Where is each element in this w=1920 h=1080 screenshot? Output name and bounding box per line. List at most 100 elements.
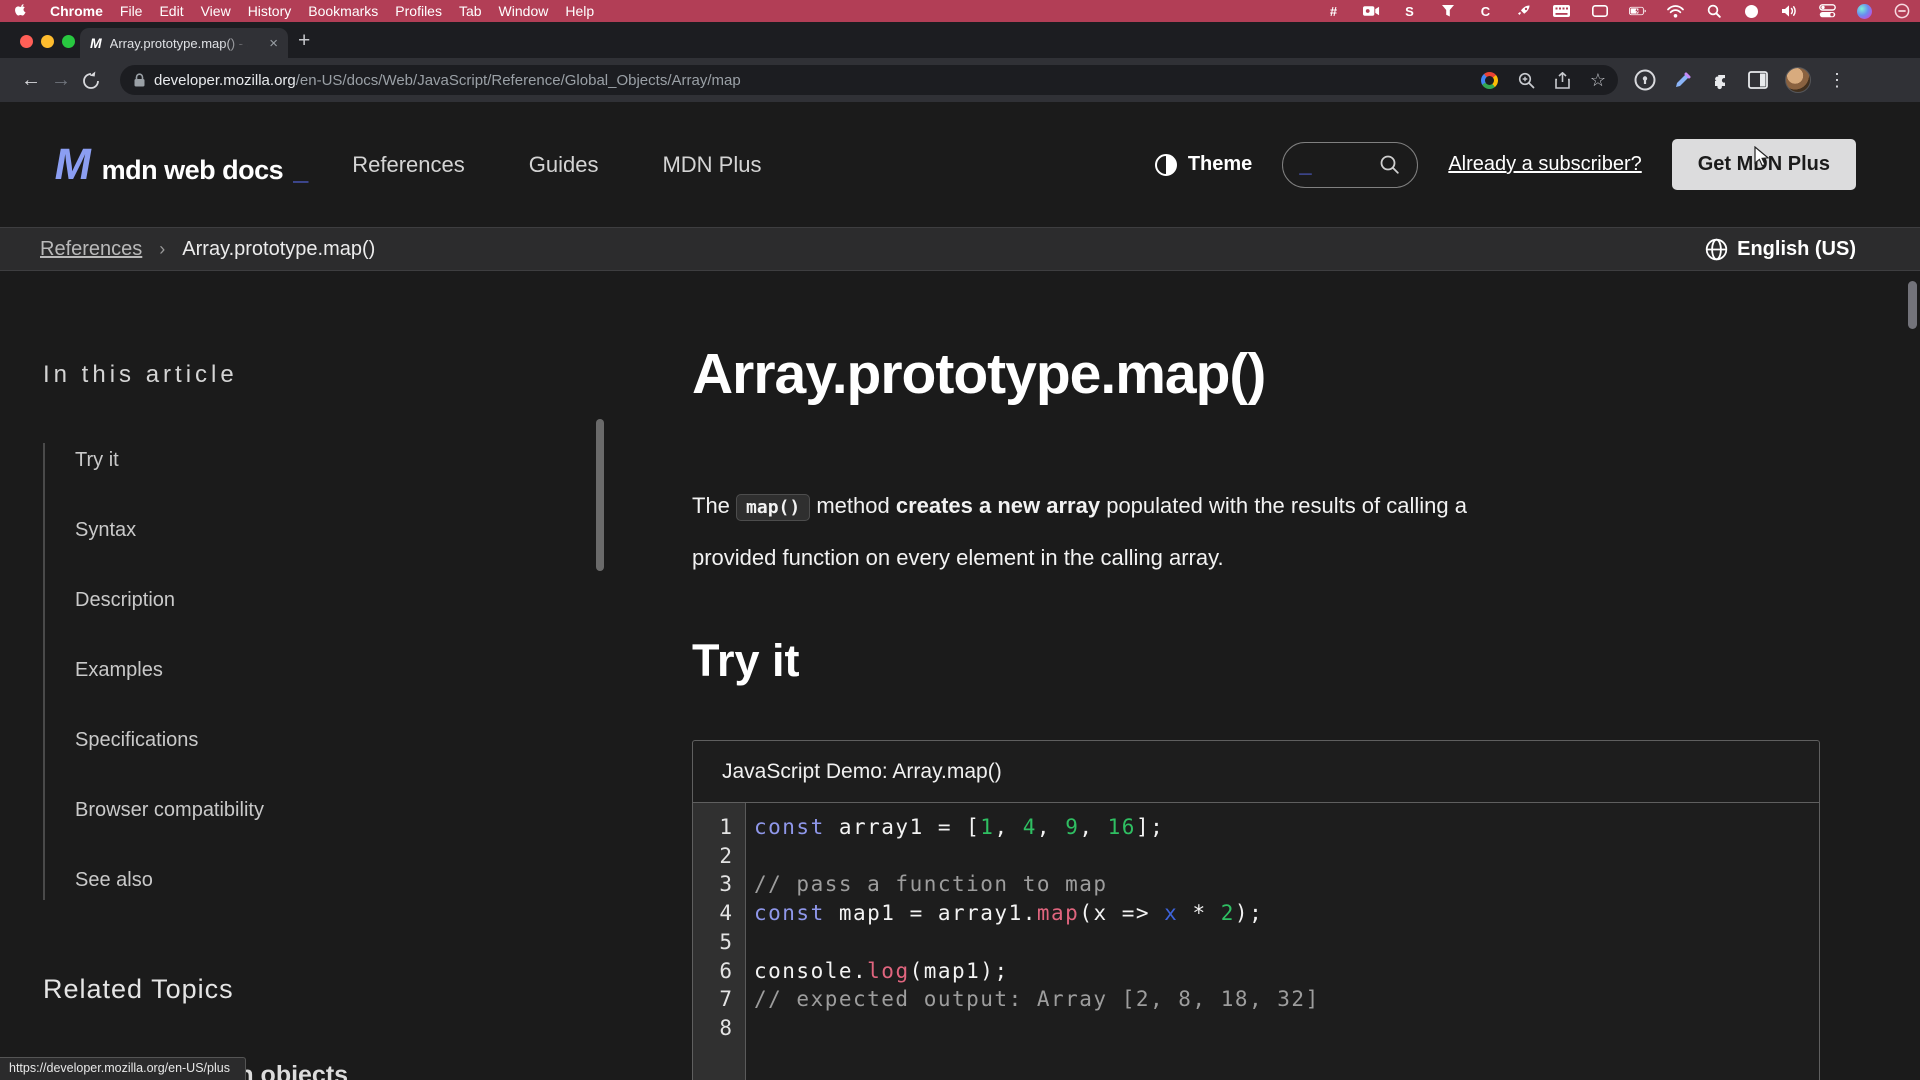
focus-icon[interactable] — [1743, 3, 1760, 20]
extensions-puzzle-icon[interactable] — [1710, 70, 1731, 91]
toc-item: Syntax — [75, 519, 600, 542]
toc-link[interactable]: Try it — [75, 449, 119, 471]
toc-heading: In this article — [43, 361, 600, 389]
code-token: x — [1164, 901, 1178, 925]
menu-status-icons: # S C — [1325, 3, 1920, 20]
menu-bookmarks[interactable]: Bookmarks — [308, 3, 378, 19]
page-title: Array.prototype.map() — [692, 339, 1907, 409]
siri-icon[interactable] — [1857, 4, 1872, 19]
menu-file[interactable]: File — [120, 3, 143, 19]
code-lines[interactable]: const array1 = [1, 4, 9, 16]; // pass a … — [746, 803, 1819, 1080]
address-bar[interactable]: developer.mozilla.org/en-US/docs/Web/Jav… — [120, 65, 1618, 95]
language-switcher[interactable]: English (US) — [1705, 238, 1856, 261]
profile-avatar[interactable] — [1785, 67, 1811, 93]
rocket-icon[interactable] — [1515, 3, 1532, 20]
breadcrumb-references[interactable]: References — [40, 238, 142, 261]
chrome-menu-icon[interactable]: ⋮ — [1828, 70, 1846, 91]
nav-mdn-plus[interactable]: MDN Plus — [662, 152, 761, 178]
toc-link[interactable]: Syntax — [75, 519, 136, 541]
password-manager-icon[interactable] — [1634, 69, 1656, 91]
site-search-input[interactable]: _ — [1282, 142, 1418, 188]
line-number: 7 — [693, 985, 732, 1014]
menu-window[interactable]: Window — [499, 3, 549, 19]
nav-references[interactable]: References — [352, 152, 465, 178]
mdn-logo[interactable]: M mdn web docs _ — [55, 143, 308, 187]
back-button[interactable]: ← — [16, 69, 46, 92]
google-g-icon[interactable] — [1481, 72, 1498, 89]
menu-edit[interactable]: Edit — [159, 3, 183, 19]
bookmark-star-icon[interactable]: ☆ — [1590, 70, 1606, 91]
menu-history[interactable]: History — [248, 3, 292, 19]
zoom-window-button[interactable] — [62, 35, 75, 48]
forward-button[interactable]: → — [46, 69, 76, 92]
demo-header: JavaScript Demo: Array.map() — [693, 741, 1819, 803]
battery-icon[interactable] — [1629, 3, 1646, 20]
interactive-demo: JavaScript Demo: Array.map() 12345678 co… — [692, 740, 1820, 1080]
inline-code-map: map() — [736, 494, 810, 521]
browser-tab[interactable]: M Array.prototype.map() - JavaS × — [80, 28, 288, 58]
url-text: developer.mozilla.org/en-US/docs/Web/Jav… — [154, 72, 741, 89]
menu-help[interactable]: Help — [565, 3, 594, 19]
link-preview-statusbar: https://developer.mozilla.org/en-US/plus — [0, 1057, 246, 1080]
apple-icon[interactable] — [14, 4, 29, 19]
side-panel-icon[interactable] — [1748, 71, 1768, 89]
menu-chrome[interactable]: Chrome — [50, 3, 103, 19]
spotlight-icon[interactable] — [1705, 3, 1722, 20]
app-s-icon[interactable]: S — [1401, 3, 1418, 20]
menu-tab[interactable]: Tab — [459, 3, 482, 19]
code-token: 4 — [1023, 815, 1037, 839]
tab-close-icon[interactable]: × — [269, 36, 278, 51]
keyboard-grid-icon[interactable]: # — [1325, 3, 1342, 20]
toc-link[interactable]: Examples — [75, 659, 163, 681]
code-line: const map1 = array1.map(x => x * 2); — [754, 899, 1819, 928]
article-main: Array.prototype.map() The map() method c… — [600, 271, 1907, 1080]
window-icon[interactable] — [1591, 3, 1608, 20]
reload-button[interactable] — [76, 69, 106, 91]
code-token: const — [754, 901, 825, 925]
minimize-window-button[interactable] — [41, 35, 54, 48]
theme-toggle[interactable]: Theme — [1154, 153, 1252, 177]
toc-link[interactable]: See also — [75, 869, 153, 891]
omnibox-trailing-icons: ☆ — [1481, 70, 1606, 91]
language-label: English (US) — [1737, 238, 1856, 261]
menu-view[interactable]: View — [201, 3, 231, 19]
toc-item: See also — [75, 869, 600, 892]
screen-mirroring-icon[interactable] — [1893, 3, 1910, 20]
toc-link[interactable]: Specifications — [75, 729, 198, 751]
share-icon[interactable] — [1555, 72, 1570, 89]
window-controls — [20, 35, 75, 48]
toc-link[interactable]: Description — [75, 589, 175, 611]
new-tab-button[interactable]: + — [298, 29, 310, 53]
control-center-icon[interactable] — [1819, 3, 1836, 20]
header-right: Theme _ Already a subscriber? Get MDN Pl… — [1154, 139, 1856, 190]
toc-list: Try it Syntax Description Examples Specifica… — [43, 443, 600, 900]
menu-profiles[interactable]: Profiles — [395, 3, 442, 19]
demo-editor[interactable]: 12345678 const array1 = [1, 4, 9, 16]; /… — [693, 803, 1819, 1080]
tryit-heading: Try it — [692, 635, 1907, 687]
code-token: 16 — [1108, 815, 1136, 839]
code-token: array1 = [ — [825, 815, 981, 839]
mdn-main-nav: References Guides MDN Plus — [352, 152, 761, 178]
code-token: // expected output: Array [2, 8, 18, 32] — [754, 987, 1320, 1011]
screen-record-icon[interactable] — [1363, 3, 1380, 20]
zoom-in-icon[interactable] — [1518, 72, 1535, 89]
keyboard-icon[interactable] — [1553, 3, 1570, 20]
close-window-button[interactable] — [20, 35, 33, 48]
wifi-icon[interactable] — [1667, 3, 1684, 20]
nav-guides[interactable]: Guides — [529, 152, 599, 178]
subscriber-link[interactable]: Already a subscriber? — [1448, 153, 1641, 176]
toc-item: Description — [75, 589, 600, 612]
c-app-icon[interactable]: C — [1477, 3, 1494, 20]
volume-icon[interactable] — [1781, 3, 1798, 20]
code-token: 9 — [1065, 815, 1079, 839]
toc-link[interactable]: Browser compatibility — [75, 799, 264, 821]
color-picker-icon[interactable] — [1673, 70, 1693, 90]
article-sidebar: In this article Try it Syntax Description E… — [0, 271, 600, 1080]
page-scrollbar-thumb[interactable] — [1908, 281, 1917, 329]
toc-item: Browser compatibility — [75, 799, 600, 822]
page-content: In this article Try it Syntax Description E… — [0, 271, 1920, 1080]
code-line: console.log(map1); — [754, 957, 1819, 986]
code-line — [754, 842, 1819, 871]
funnel-icon[interactable] — [1439, 3, 1456, 20]
code-line: const array1 = [1, 4, 9, 16]; — [754, 813, 1819, 842]
